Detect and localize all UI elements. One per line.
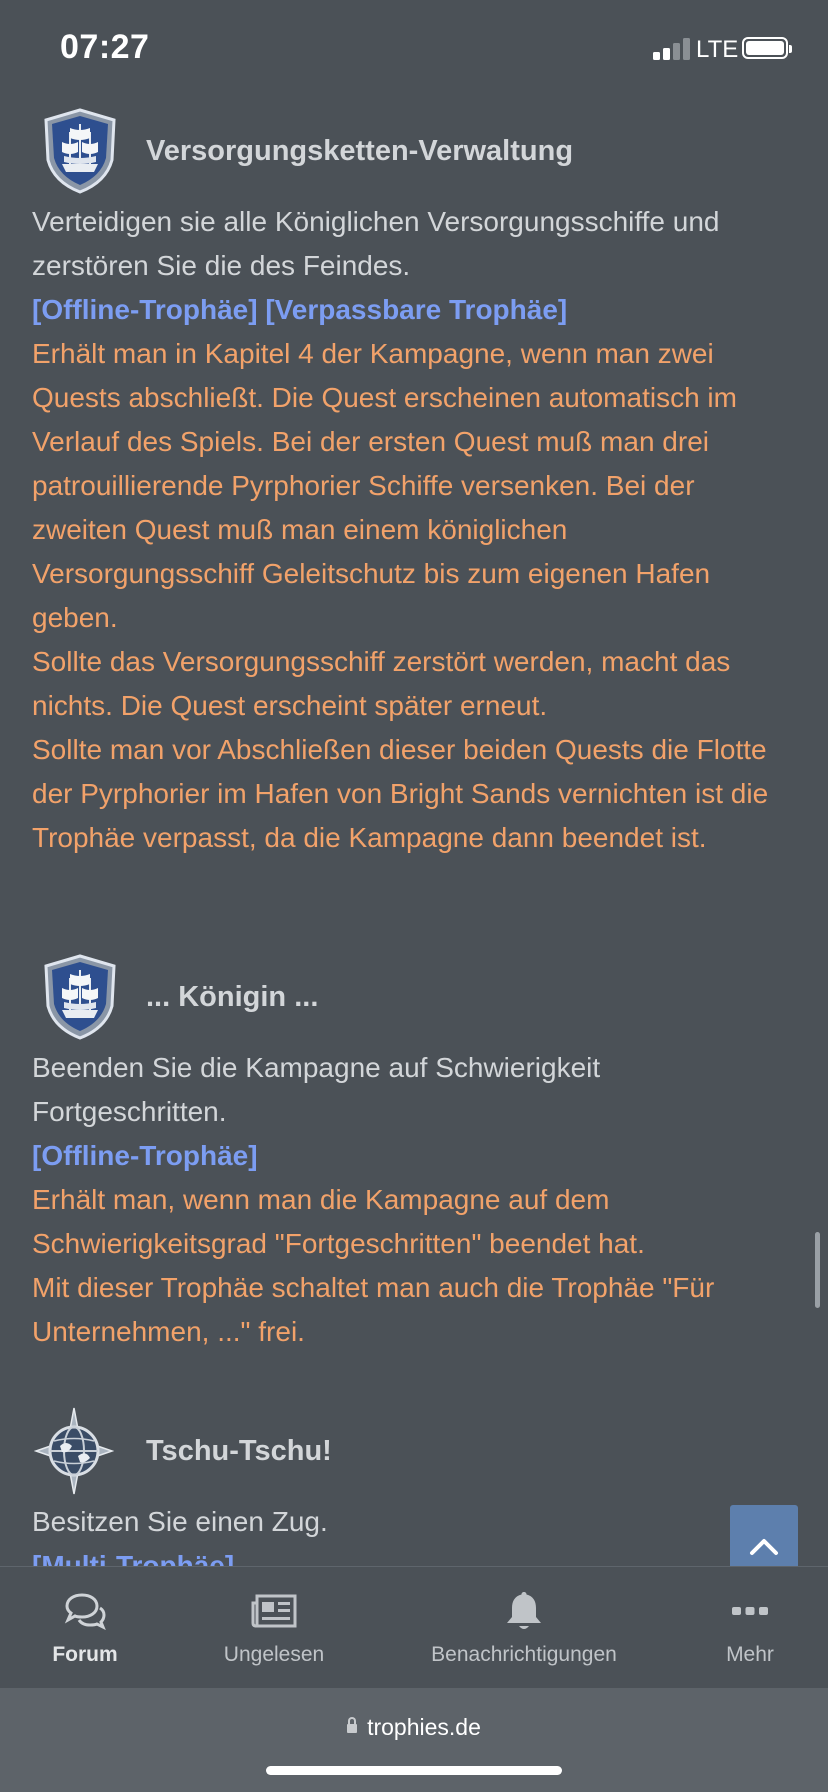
trophy-title: Versorgungsketten-Verwaltung bbox=[146, 135, 574, 167]
tab-label: Mehr bbox=[726, 1643, 774, 1666]
bell-icon bbox=[424, 1587, 624, 1635]
browser-url-bar[interactable]: trophies.de bbox=[0, 1688, 828, 1792]
tab-ungelesen[interactable]: Ungelesen bbox=[214, 1587, 334, 1667]
lock-icon bbox=[347, 1717, 358, 1734]
trophy-entry: ... Königin ... Beenden Sie die Kampagne… bbox=[32, 946, 792, 1354]
trophy-title: Tschu-Tschu! bbox=[146, 1435, 332, 1467]
trophy-description: Besitzen Sie einen Zug. bbox=[32, 1506, 328, 1537]
url-display[interactable]: trophies.de bbox=[0, 1714, 828, 1741]
trophy-title: ... Königin ... bbox=[146, 981, 319, 1013]
home-indicator[interactable] bbox=[266, 1766, 562, 1775]
tab-forum[interactable]: Forum bbox=[40, 1587, 130, 1667]
battery-icon bbox=[742, 37, 792, 59]
trophy-guide-text: Erhält man, wenn man die Kampagne auf de… bbox=[32, 1184, 645, 1259]
newspaper-icon bbox=[214, 1587, 334, 1635]
chevron-up-icon bbox=[750, 1539, 778, 1555]
ship-shield-icon bbox=[40, 106, 120, 196]
cell-signal-icon bbox=[653, 38, 691, 60]
trophy-description: Verteidigen sie alle Königlichen Versorg… bbox=[32, 206, 720, 281]
url-text: trophies.de bbox=[367, 1714, 481, 1740]
tab-label: Ungelesen bbox=[223, 1643, 325, 1666]
trophy-guide-text: Sollte man vor Abschließen dieser beiden… bbox=[32, 734, 769, 853]
trophy-guide-text: Mit dieser Trophäe schaltet man auch die… bbox=[32, 1272, 715, 1347]
compass-globe-icon bbox=[33, 1406, 115, 1496]
tab-mehr[interactable]: Mehr bbox=[708, 1587, 792, 1667]
status-time: 07:27 bbox=[60, 28, 150, 66]
tab-label: Benachrichtigungen bbox=[431, 1643, 617, 1666]
scrollbar[interactable] bbox=[815, 1232, 820, 1308]
trophy-description: Beenden Sie die Kampagne auf Schwierigke… bbox=[32, 1052, 601, 1127]
bottom-tab-bar: Forum Ungelesen Benachrichtigungen Mehr bbox=[0, 1566, 828, 1689]
tab-label: Forum bbox=[52, 1643, 118, 1666]
more-dots-icon bbox=[708, 1587, 792, 1635]
tab-benachrichtigungen[interactable]: Benachrichtigungen bbox=[424, 1587, 624, 1667]
trophy-guide-text: Erhält man in Kapitel 4 der Kampagne, we… bbox=[32, 338, 737, 633]
trophy-header: ... Königin ... bbox=[32, 946, 792, 1046]
ship-shield-icon bbox=[40, 952, 120, 1042]
trophy-tags: [Offline-Trophäe] [Verpassbare Trophäe] bbox=[32, 294, 568, 325]
chat-bubbles-icon bbox=[40, 1587, 130, 1635]
trophy-entry: Versorgungsketten-Verwaltung Verteidigen… bbox=[32, 100, 792, 860]
trophy-guide-text: Sollte das Versorgungsschiff zerstört we… bbox=[32, 646, 731, 721]
trophy-header: Tschu-Tschu! bbox=[32, 1400, 792, 1500]
network-type: LTE bbox=[696, 36, 739, 63]
trophy-list[interactable]: Versorgungsketten-Verwaltung Verteidigen… bbox=[0, 100, 828, 1566]
trophy-header: Versorgungsketten-Verwaltung bbox=[32, 100, 792, 200]
trophy-entry: Tschu-Tschu! Besitzen Sie einen Zug. [Mu… bbox=[32, 1400, 792, 1566]
trophy-tags: [Multi-Trophäe] bbox=[32, 1550, 235, 1566]
status-bar: 07:27 LTE bbox=[0, 0, 828, 96]
trophy-tags: [Offline-Trophäe] bbox=[32, 1140, 258, 1171]
